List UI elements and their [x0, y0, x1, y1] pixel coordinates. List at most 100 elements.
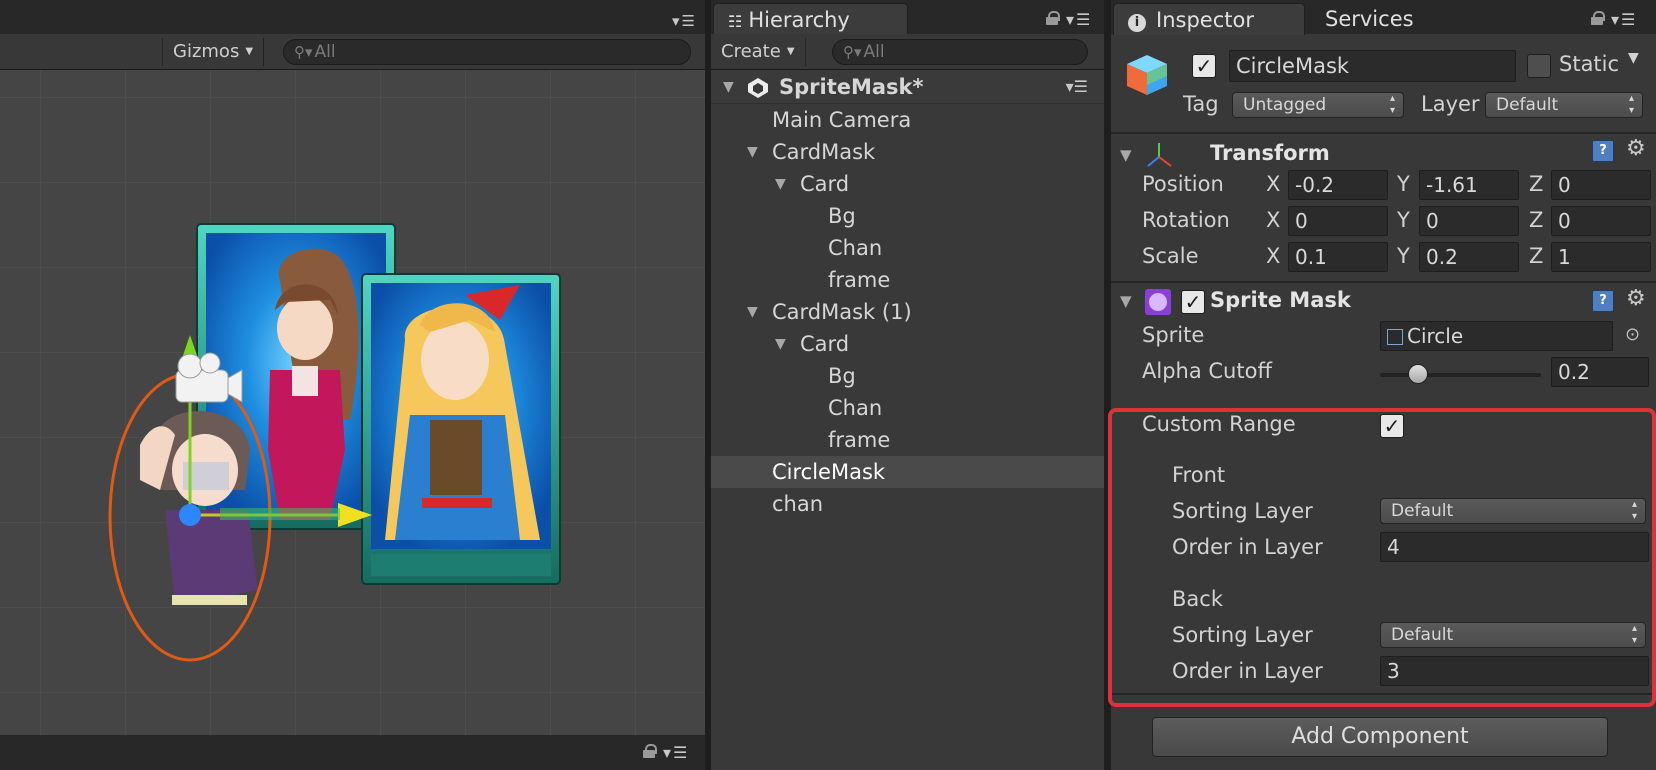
- sprite-mask-enabled-checkbox[interactable]: ✓: [1181, 290, 1205, 314]
- static-dropdown-arrow-icon[interactable]: ▼: [1628, 50, 1639, 66]
- tree-item-bg[interactable]: Bg: [711, 200, 1104, 232]
- help-icon[interactable]: ?: [1592, 290, 1614, 312]
- expand-triangle-icon[interactable]: ▼: [747, 136, 758, 168]
- custom-range-checkbox[interactable]: ✓: [1380, 414, 1404, 438]
- object-active-checkbox[interactable]: ✓: [1192, 54, 1216, 78]
- scene-panel-menu-icon[interactable]: ▾☰: [672, 12, 697, 30]
- static-checkbox[interactable]: [1527, 54, 1551, 78]
- tag-label: Tag: [1183, 92, 1219, 116]
- transform-foldout-icon[interactable]: ▼: [1120, 146, 1132, 164]
- section-divider: [1111, 693, 1656, 695]
- tree-item-label: Card: [800, 332, 850, 356]
- sprite-object-field[interactable]: Circle: [1380, 321, 1613, 351]
- axis-y-label: Y: [1397, 244, 1410, 268]
- panel-menu-icon[interactable]: ▾☰: [1611, 10, 1637, 29]
- tree-item-label: Bg: [828, 364, 856, 388]
- panel-menu-icon[interactable]: ▾☰: [663, 743, 689, 762]
- updown-arrows-icon: ▴ ▾: [1389, 93, 1395, 116]
- sprite-mask-foldout-icon[interactable]: ▼: [1120, 292, 1132, 310]
- alpha-cutoff-field[interactable]: 0.2: [1551, 357, 1649, 387]
- expand-triangle-icon[interactable]: ▼: [775, 168, 786, 200]
- tree-item-main-camera[interactable]: Main Camera: [711, 104, 1104, 136]
- scale-z-field[interactable]: 1: [1551, 242, 1651, 272]
- scene-toolbar: Gizmos ▼ ⚲▾ All: [0, 34, 705, 70]
- rotation-x-field[interactable]: 0: [1288, 206, 1388, 236]
- tree-item-bg[interactable]: Bg: [711, 360, 1104, 392]
- scene-root-row[interactable]: ▼ SpriteMask* ▾☰: [711, 70, 1104, 104]
- scale-x-field[interactable]: 0.1: [1288, 242, 1388, 272]
- panel-menu-icon[interactable]: ▾☰: [1066, 70, 1088, 104]
- scene-viewport[interactable]: [0, 70, 705, 735]
- tree-item-card[interactable]: ▼ Card: [711, 168, 1104, 200]
- search-icon: ⚲▾: [843, 43, 862, 61]
- axis-x-label: X: [1266, 208, 1281, 232]
- tree-item-label: CardMask: [772, 140, 876, 164]
- back-sorting-layer-dropdown[interactable]: Default ▴ ▾: [1380, 622, 1646, 648]
- scene-search-input[interactable]: ⚲▾ All: [283, 39, 691, 65]
- position-y-field[interactable]: -1.61: [1419, 170, 1519, 200]
- tree-item-card[interactable]: ▼ Card: [711, 328, 1104, 360]
- sprite-value: Circle: [1407, 324, 1464, 348]
- hierarchy-search-input[interactable]: ⚲▾ All: [832, 39, 1088, 65]
- axis-z-label: Z: [1529, 244, 1544, 268]
- updown-arrows-icon: ▴ ▾: [1628, 93, 1634, 116]
- inspector-tabstrip: i Inspector Services ▾☰: [1111, 0, 1656, 35]
- front-sorting-layer-label: Sorting Layer: [1172, 499, 1313, 523]
- rotation-y-field[interactable]: 0: [1419, 206, 1519, 236]
- lock-icon[interactable]: [1046, 11, 1060, 25]
- info-icon: i: [1128, 14, 1146, 32]
- tab-inspector-label: Inspector: [1156, 8, 1254, 32]
- object-name-field[interactable]: CircleMask: [1229, 50, 1516, 82]
- gear-icon[interactable]: ⚙: [1626, 286, 1646, 311]
- tab-inspector[interactable]: i Inspector: [1113, 3, 1305, 35]
- position-z-field[interactable]: 0: [1551, 170, 1651, 200]
- alpha-cutoff-slider-track[interactable]: [1380, 373, 1541, 377]
- transform-axes-icon: [1147, 143, 1172, 167]
- rotation-z-field[interactable]: 0: [1551, 206, 1651, 236]
- tree-item-chan[interactable]: Chan: [711, 392, 1104, 424]
- object-picker-icon[interactable]: ⊙: [1625, 324, 1640, 345]
- expand-triangle-icon[interactable]: ▼: [723, 70, 734, 104]
- tree-item-frame[interactable]: frame: [711, 424, 1104, 456]
- card-front[interactable]: [361, 273, 561, 585]
- create-dropdown[interactable]: Create ▼: [711, 38, 806, 66]
- tree-item-cardmask-1[interactable]: ▼ CardMask (1): [711, 296, 1104, 328]
- layer-dropdown[interactable]: Default ▴ ▾: [1485, 92, 1643, 118]
- tag-dropdown[interactable]: Untagged ▴ ▾: [1232, 92, 1404, 118]
- front-sorting-layer-value: Default: [1391, 501, 1454, 521]
- axis-z-label: Z: [1529, 208, 1544, 232]
- rotation-label: Rotation: [1142, 208, 1230, 232]
- sprite-asset-icon: [1387, 329, 1403, 345]
- tree-item-label: frame: [828, 268, 891, 292]
- tree-item-cardmask[interactable]: ▼ CardMask: [711, 136, 1104, 168]
- tab-services[interactable]: Services: [1311, 3, 1428, 35]
- front-sorting-layer-dropdown[interactable]: Default ▴ ▾: [1380, 498, 1646, 524]
- lock-icon[interactable]: [643, 744, 657, 758]
- tab-hierarchy-label: Hierarchy: [748, 8, 850, 32]
- front-order-field[interactable]: 4: [1380, 532, 1649, 562]
- static-label: Static: [1559, 52, 1620, 76]
- help-icon[interactable]: ?: [1592, 140, 1614, 162]
- expand-triangle-icon[interactable]: ▼: [747, 296, 758, 328]
- layer-value: Default: [1496, 95, 1559, 115]
- lock-icon[interactable]: [1591, 11, 1605, 25]
- back-label: Back: [1172, 587, 1223, 611]
- add-component-button[interactable]: Add Component: [1152, 717, 1608, 757]
- scale-y-field[interactable]: 0.2: [1419, 242, 1519, 272]
- gizmos-dropdown[interactable]: Gizmos ▼: [162, 38, 265, 66]
- tree-item-label: Chan: [828, 396, 883, 420]
- tree-item-chan-root[interactable]: chan: [711, 488, 1104, 520]
- gear-icon[interactable]: ⚙: [1626, 136, 1646, 161]
- tree-item-chan[interactable]: Chan: [711, 232, 1104, 264]
- position-label: Position: [1142, 172, 1224, 196]
- back-order-field[interactable]: 3: [1380, 656, 1649, 686]
- panel-menu-icon[interactable]: ▾☰: [1066, 10, 1092, 29]
- tab-hierarchy[interactable]: ☷ Hierarchy: [713, 3, 908, 35]
- axis-y-label: Y: [1397, 208, 1410, 232]
- tree-item-frame[interactable]: frame: [711, 264, 1104, 296]
- expand-triangle-icon[interactable]: ▼: [775, 328, 786, 360]
- tree-item-label: Chan: [828, 236, 883, 260]
- back-sorting-layer-value: Default: [1391, 625, 1454, 645]
- tree-item-circlemask[interactable]: CircleMask: [711, 456, 1104, 488]
- position-x-field[interactable]: -0.2: [1288, 170, 1388, 200]
